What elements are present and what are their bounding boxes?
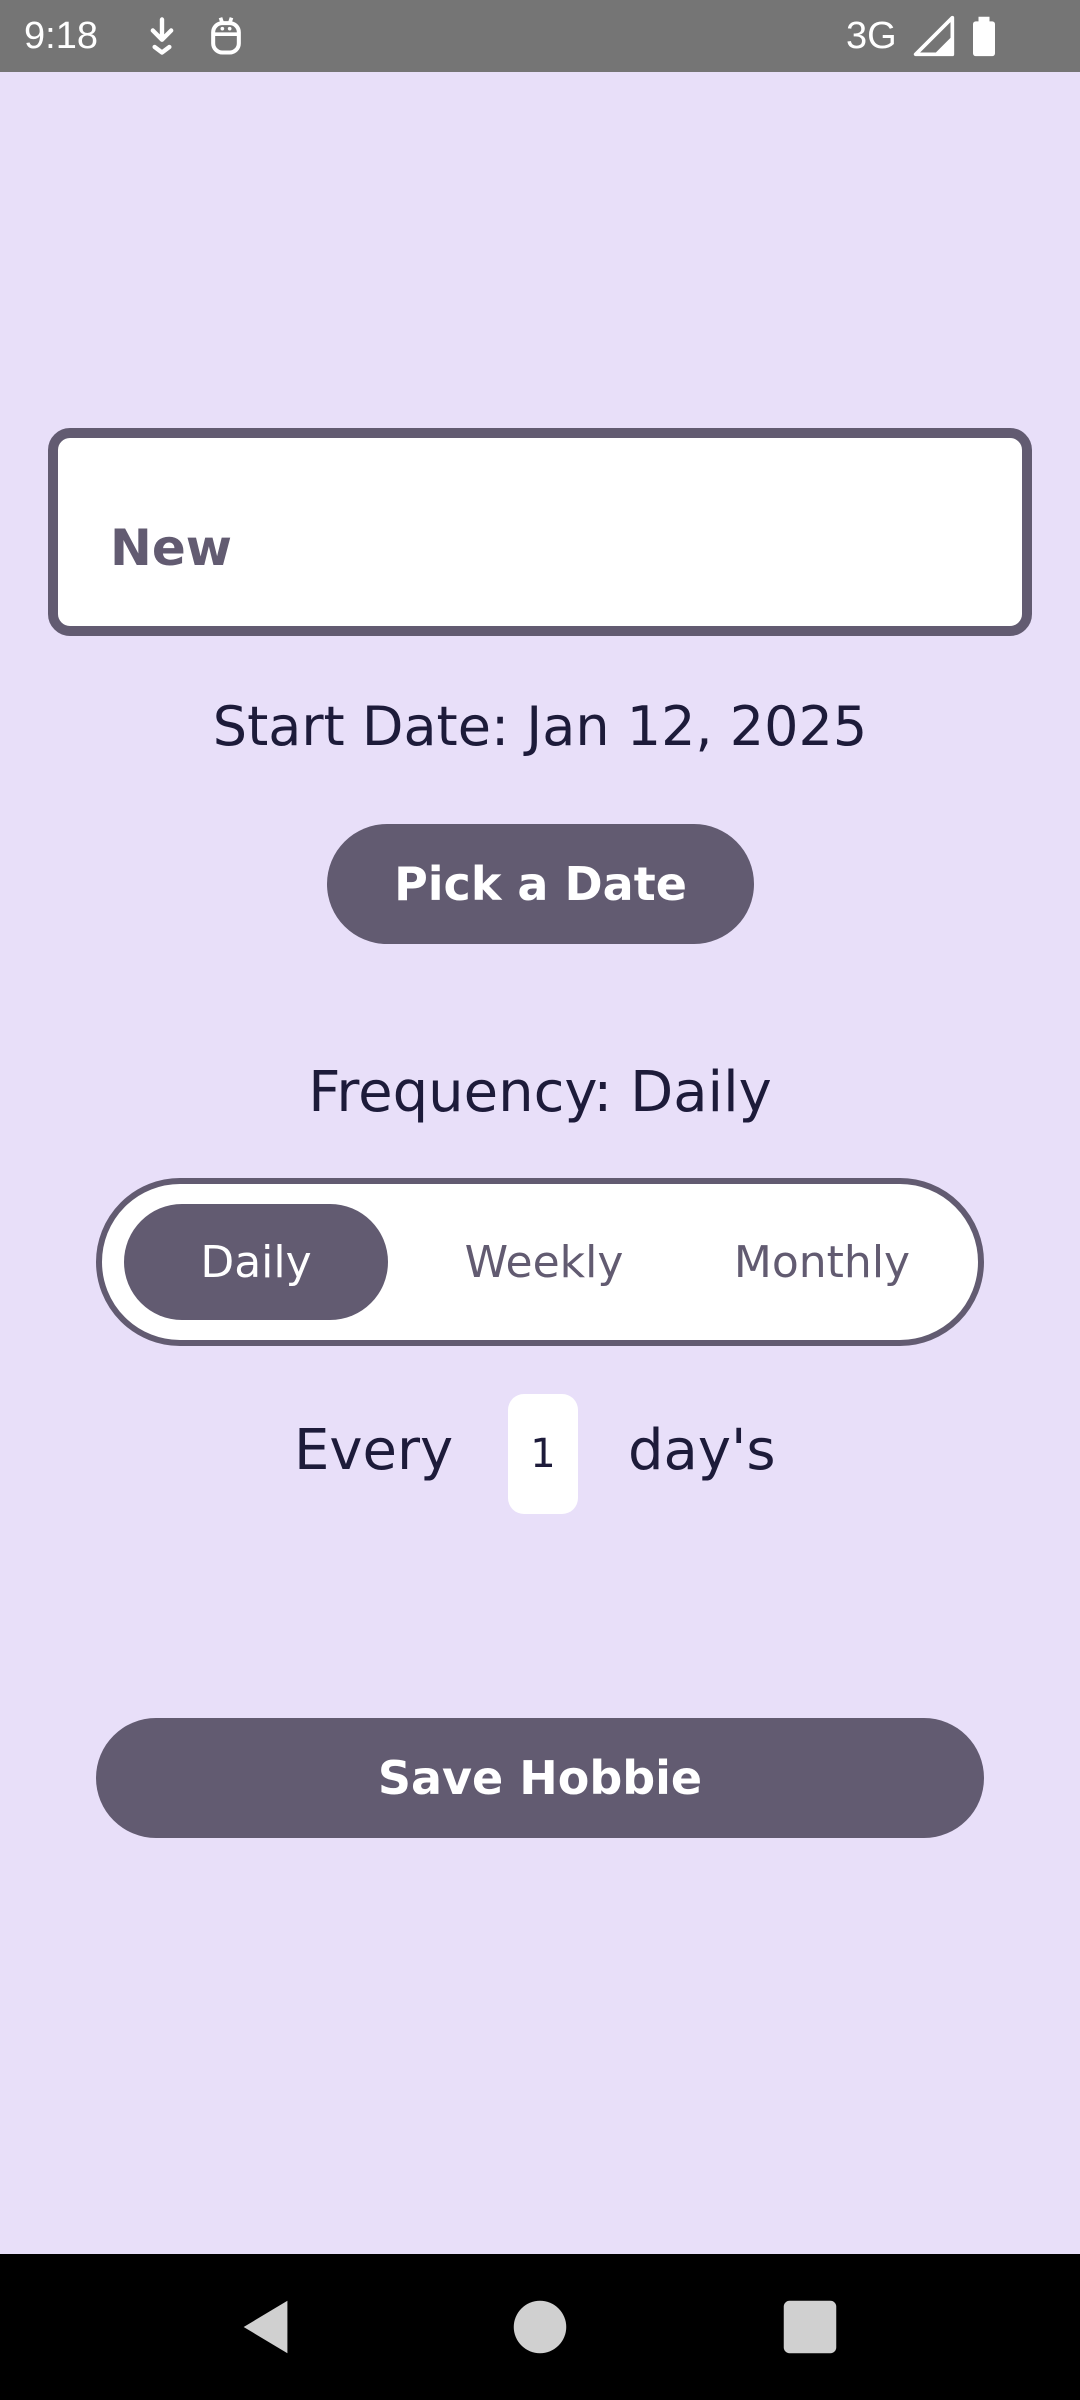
frequency-option-weekly[interactable]: Weekly xyxy=(432,1204,656,1320)
interval-input[interactable]: 1 xyxy=(508,1394,578,1514)
start-date-label: Start Date: Jan 12, 2025 xyxy=(212,695,868,758)
interval-unit-label: day's xyxy=(628,1418,776,1483)
frequency-option-monthly[interactable]: Monthly xyxy=(710,1204,934,1320)
download-icon xyxy=(150,17,174,55)
network-type: 3G xyxy=(846,15,897,57)
frequency-option-daily[interactable]: Daily xyxy=(124,1204,388,1320)
pick-date-button[interactable]: Pick a Date xyxy=(327,824,754,944)
save-hobby-button[interactable]: Save Hobbie xyxy=(96,1718,984,1838)
android-debug-icon xyxy=(211,17,241,55)
interval-row: Every 1 day's xyxy=(0,1394,1080,1516)
frequency-segmented-control: Daily Weekly Monthly xyxy=(96,1178,984,1346)
hobby-name-input[interactable]: New xyxy=(48,428,1032,636)
status-time: 9:18 xyxy=(24,15,98,57)
hobby-name-value: New xyxy=(110,519,232,577)
every-label: Every xyxy=(294,1418,454,1483)
screen: 9:18 3G New Start Date: Jan 12, 2025 Pic… xyxy=(0,0,1080,2400)
battery-icon xyxy=(973,16,995,57)
recents-icon[interactable] xyxy=(775,2292,845,2362)
back-icon[interactable] xyxy=(232,2292,302,2362)
signal-icon xyxy=(913,15,955,57)
navigation-bar xyxy=(0,2254,1080,2400)
status-bar: 9:18 3G xyxy=(0,0,1080,72)
frequency-label: Frequency: Daily xyxy=(308,1060,772,1125)
home-icon[interactable] xyxy=(505,2292,575,2362)
